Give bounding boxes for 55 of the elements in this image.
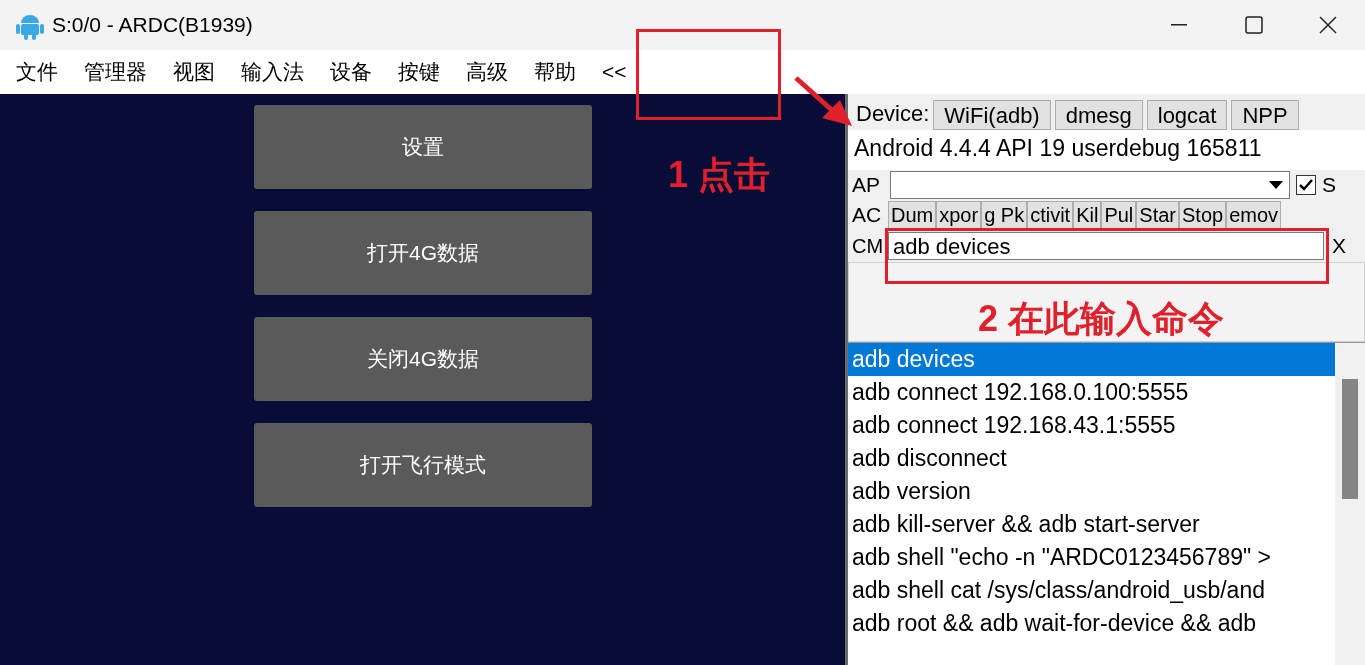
device-tab[interactable]: WiFi(adb) bbox=[933, 100, 1051, 130]
pointer-arrow bbox=[794, 76, 854, 128]
api-dropdown[interactable] bbox=[890, 171, 1290, 199]
check-icon bbox=[1299, 179, 1313, 191]
window-title: S:0/0 - ARDC(B1939) bbox=[52, 12, 253, 39]
action-button[interactable]: ctivit bbox=[1027, 201, 1074, 229]
action-button[interactable]: emov bbox=[1226, 201, 1282, 229]
device-tab[interactable]: dmesg bbox=[1054, 100, 1143, 130]
action-button[interactable]: Dum bbox=[888, 201, 937, 229]
menu-item[interactable]: 设备 bbox=[330, 56, 372, 88]
menu-item[interactable]: 管理器 bbox=[84, 56, 147, 88]
history-item[interactable]: adb shell cat /sys/class/android_usb/and bbox=[848, 574, 1335, 607]
menu-item[interactable]: 输入法 bbox=[241, 56, 304, 88]
screen-button[interactable]: 设置 bbox=[254, 105, 592, 189]
device-label: Device: bbox=[856, 100, 930, 128]
action-button[interactable]: g Pk bbox=[981, 201, 1028, 229]
device-tab[interactable]: NPP bbox=[1231, 100, 1299, 130]
clear-button[interactable]: X bbox=[1332, 230, 1346, 262]
annotation-text: 1 点击 bbox=[668, 153, 771, 197]
device-info: Android 4.4.4 API 19 userdebug 165811 bbox=[848, 130, 1365, 170]
sync-label: S bbox=[1322, 172, 1336, 199]
command-field[interactable]: adb devices bbox=[888, 232, 1324, 260]
minimize-icon[interactable] bbox=[1171, 24, 1187, 26]
history-item[interactable]: adb disconnect bbox=[848, 442, 1335, 475]
history-item[interactable]: adb connect 192.168.0.100:5555 bbox=[848, 376, 1335, 409]
menu-item[interactable]: 视图 bbox=[173, 56, 215, 88]
history-item[interactable]: adb root && adb wait-for-device && adb bbox=[848, 607, 1335, 640]
api-label: AP bbox=[852, 172, 881, 199]
action-button[interactable]: Star bbox=[1136, 201, 1179, 229]
action-button[interactable]: Kil bbox=[1073, 201, 1102, 229]
menu-item[interactable]: 帮助 bbox=[534, 56, 576, 88]
screen-button[interactable]: 打开飞行模式 bbox=[254, 423, 592, 507]
screen-button[interactable]: 关闭4G数据 bbox=[254, 317, 592, 401]
menu-item[interactable]: 按键 bbox=[398, 56, 440, 88]
screen-button[interactable]: 打开4G数据 bbox=[254, 211, 592, 295]
action-button[interactable]: xpor bbox=[936, 201, 982, 229]
caret-icon bbox=[1269, 181, 1283, 189]
action-button[interactable]: Pul bbox=[1101, 201, 1137, 229]
menu-item[interactable]: << bbox=[602, 56, 627, 88]
history-item[interactable]: adb connect 192.168.43.1:5555 bbox=[848, 409, 1335, 442]
action-label: AC bbox=[852, 202, 883, 229]
history-item[interactable]: adb kill-server && adb start-server bbox=[848, 508, 1335, 541]
action-button[interactable]: Stop bbox=[1179, 201, 1227, 229]
history-item[interactable]: adb version bbox=[848, 475, 1335, 508]
scrollbar[interactable] bbox=[1335, 343, 1365, 665]
cmd-label: CM bbox=[852, 234, 884, 259]
sync-checkbox[interactable] bbox=[1296, 175, 1316, 195]
history-item[interactable]: adb devices bbox=[848, 343, 1335, 376]
history-item[interactable]: adb shell "echo -n "ARDC0123456789" > bbox=[848, 541, 1335, 574]
menu-item[interactable]: 文件 bbox=[16, 56, 58, 88]
annotation-text: 2 在此输入命令 bbox=[978, 297, 1225, 341]
device-tab[interactable]: logcat bbox=[1146, 100, 1228, 130]
menu-item[interactable]: 高级 bbox=[466, 56, 508, 88]
close-icon[interactable] bbox=[1319, 16, 1337, 34]
maximize-icon[interactable] bbox=[1245, 16, 1263, 34]
